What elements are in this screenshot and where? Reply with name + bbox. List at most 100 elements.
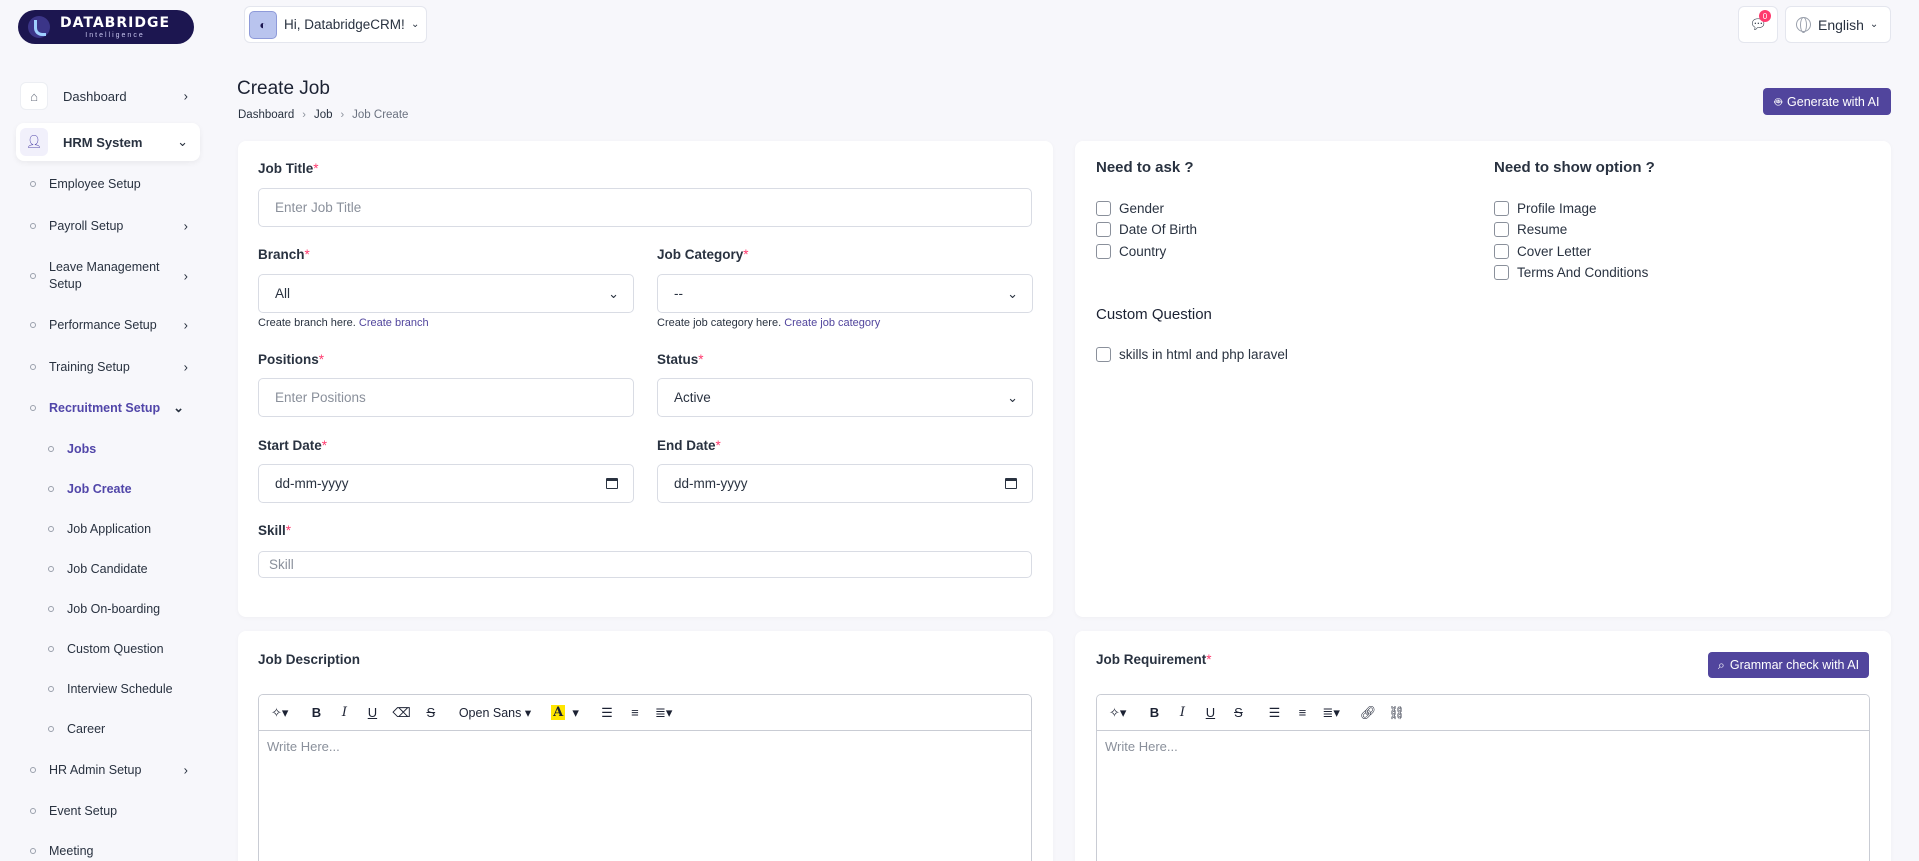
sidebar-item-hrm-system[interactable]: 👤︎ HRM System ⌄ — [16, 123, 200, 161]
checkbox-icon — [1494, 244, 1509, 259]
checkbox-date-of-birth[interactable]: Date Of Birth — [1096, 222, 1197, 237]
checkbox-label: Date Of Birth — [1119, 222, 1198, 237]
font-family-select[interactable]: Open Sans ▾ — [455, 700, 535, 726]
underline-icon[interactable]: U — [1198, 700, 1222, 726]
create-branch-link[interactable]: Create branch — [359, 317, 429, 329]
checkbox-resume[interactable]: Resume — [1494, 222, 1567, 237]
checkbox-profile-image[interactable]: Profile Image — [1494, 201, 1597, 216]
sidebar-item-custom-question[interactable]: Custom Question — [48, 642, 164, 656]
end-date-input[interactable]: dd-mm-yyyy — [657, 464, 1033, 503]
magic-wand-icon[interactable]: ✧▾ — [1105, 700, 1130, 726]
sidebar-item-job-application[interactable]: Job Application — [48, 522, 151, 536]
placeholder: dd-mm-yyyy — [674, 476, 748, 491]
align-icon[interactable]: ≣▾ — [651, 700, 676, 726]
job-title-input[interactable]: Enter Job Title — [258, 188, 1032, 227]
strikethrough-icon[interactable]: S — [1226, 700, 1250, 726]
brand-name: DATABRIDGE — [60, 14, 171, 31]
sidebar-item-career[interactable]: Career — [48, 722, 105, 736]
job-description-editor[interactable]: ✧▾ B I U ⌫ S Open Sans ▾ A ▾ ☰ ≡ ≣▾ Writ… — [258, 694, 1032, 861]
calendar-icon[interactable] — [1005, 478, 1017, 489]
sidebar-item-employee-setup[interactable]: Employee Setup — [30, 177, 200, 191]
generate-with-ai-button[interactable]: 🤖︎ Generate with AI — [1763, 88, 1891, 115]
sidebar-item-job-create[interactable]: Job Create — [48, 482, 132, 496]
skill-input[interactable]: Skill — [258, 551, 1032, 578]
checkbox-gender[interactable]: Gender — [1096, 201, 1164, 216]
highlight-color-icon[interactable]: A ▾ — [547, 700, 583, 726]
sidebar-item-label: HRM System — [63, 134, 143, 150]
bullet-icon — [30, 767, 36, 773]
unordered-list-icon[interactable]: ☰ — [595, 700, 619, 726]
unordered-list-icon[interactable]: ☰ — [1262, 700, 1286, 726]
checkbox-label: Cover Letter — [1517, 244, 1592, 259]
sidebar-item-label: Performance Setup — [49, 318, 157, 332]
custom-question-title: Custom Question — [1096, 306, 1212, 323]
breadcrumb-current: Job Create — [352, 109, 409, 121]
checkbox-label: Terms And Conditions — [1517, 265, 1649, 280]
create-job-category-link[interactable]: Create job category — [784, 317, 880, 329]
checkbox-terms[interactable]: Terms And Conditions — [1494, 265, 1648, 280]
italic-icon[interactable]: I — [1170, 700, 1194, 726]
sidebar-item-label: Jobs — [67, 442, 97, 456]
status-select[interactable]: Active ⌄ — [657, 378, 1033, 417]
underline-icon[interactable]: U — [360, 700, 384, 726]
sidebar-item-meeting[interactable]: Meeting — [30, 844, 200, 858]
bold-icon[interactable]: B — [1142, 700, 1166, 726]
sidebar-item-dashboard[interactable]: ⌂ Dashboard › — [16, 77, 200, 115]
sidebar-item-hr-admin-setup[interactable]: HR Admin Setup › — [30, 763, 200, 778]
strikethrough-icon[interactable]: S — [419, 700, 443, 726]
sidebar-item-job-candidate[interactable]: Job Candidate — [48, 562, 148, 576]
bold-icon[interactable]: B — [304, 700, 328, 726]
sidebar-item-event-setup[interactable]: Event Setup — [30, 804, 200, 818]
checkbox-country[interactable]: Country — [1096, 244, 1166, 259]
notification-button[interactable]: 💬︎ 0 — [1738, 6, 1778, 43]
unlink-icon[interactable]: ⛓︎ — [1384, 700, 1409, 726]
link-icon[interactable]: 🔗︎ — [1356, 700, 1381, 726]
sidebar-item-label: Job Candidate — [67, 562, 148, 576]
bullet-icon — [30, 405, 36, 411]
ordered-list-icon[interactable]: ≡ — [1290, 700, 1314, 726]
job-category-select[interactable]: -- ⌄ — [657, 274, 1033, 313]
sidebar-item-recruitment-setup[interactable]: Recruitment Setup ⌄ — [30, 400, 200, 415]
bullet-icon — [48, 446, 54, 452]
grammar-check-button[interactable]: ⌕ Grammar check with AI — [1708, 652, 1869, 678]
eraser-icon[interactable]: ⌫ — [388, 700, 414, 726]
user-menu-button[interactable]: ◐ Hi, DatabridgeCRM! ⌄ — [244, 6, 427, 43]
placeholder: Enter Positions — [275, 390, 366, 405]
sidebar: DATABRIDGE Intelligence ⌂ Dashboard › 👤︎… — [0, 0, 218, 861]
sidebar-item-training-setup[interactable]: Training Setup › — [30, 359, 200, 375]
language-selector[interactable]: English ⌄ — [1785, 6, 1891, 43]
branch-select[interactable]: All ⌄ — [258, 274, 634, 313]
ordered-list-icon[interactable]: ≡ — [623, 700, 647, 726]
positions-input[interactable]: Enter Positions — [258, 378, 634, 417]
sidebar-item-leave-management[interactable]: Leave Management Setup › — [30, 259, 200, 293]
bullet-icon — [30, 181, 36, 187]
checkbox-label: skills in html and php laravel — [1119, 347, 1288, 362]
brand-logo[interactable]: DATABRIDGE Intelligence — [18, 10, 194, 44]
job-requirement-title: Job Requirement* — [1096, 652, 1212, 667]
sidebar-item-job-onboarding[interactable]: Job On-boarding — [48, 602, 160, 616]
sidebar-item-jobs[interactable]: Jobs — [48, 442, 96, 456]
sidebar-item-payroll-setup[interactable]: Payroll Setup › — [30, 219, 200, 234]
branch-label: Branch* — [258, 247, 310, 262]
breadcrumb-dashboard[interactable]: Dashboard — [238, 109, 294, 121]
checkbox-cover-letter[interactable]: Cover Letter — [1494, 244, 1591, 259]
italic-icon[interactable]: I — [332, 700, 356, 726]
job-requirement-editor[interactable]: ✧▾ B I U S ☰ ≡ ≣▾ 🔗︎ ⛓︎ Write Here... — [1096, 694, 1870, 861]
robot-icon: 🤖︎ — [1774, 94, 1783, 109]
chevron-down-icon: ⌄ — [411, 19, 420, 30]
end-date-label: End Date* — [657, 438, 721, 453]
checkbox-custom-question[interactable]: skills in html and php laravel — [1096, 347, 1288, 362]
sidebar-item-performance-setup[interactable]: Performance Setup › — [30, 318, 200, 333]
calendar-icon[interactable] — [606, 478, 618, 489]
chevron-right-icon: › — [183, 88, 188, 104]
language-label: English — [1818, 16, 1864, 33]
editor-toolbar: ✧▾ B I U ⌫ S Open Sans ▾ A ▾ ☰ ≡ ≣▾ — [259, 695, 1031, 731]
skill-label: Skill* — [258, 523, 292, 538]
sidebar-item-interview-schedule[interactable]: Interview Schedule — [48, 682, 173, 696]
avatar: ◐ — [249, 10, 277, 39]
align-icon[interactable]: ≣▾ — [1318, 700, 1343, 726]
magic-wand-icon[interactable]: ✧▾ — [267, 700, 292, 726]
chevron-right-icon: › — [183, 359, 188, 375]
breadcrumb-job[interactable]: Job — [314, 109, 333, 121]
start-date-input[interactable]: dd-mm-yyyy — [258, 464, 634, 503]
